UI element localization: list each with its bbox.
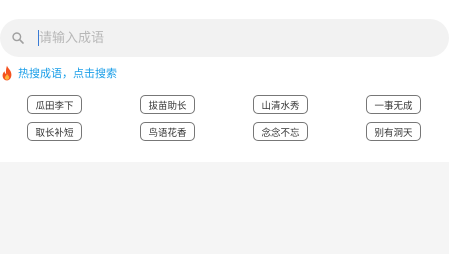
idiom-search-panel: 热搜成语，点击搜索 瓜田李下 拔苗助长 山清水秀 一事无成 取长补短 鸟语花香 … xyxy=(0,0,449,162)
hot-search-header: 热搜成语，点击搜索 xyxy=(0,64,117,82)
idiom-tag[interactable]: 念念不忘 xyxy=(253,122,308,141)
idiom-tag[interactable]: 取长补短 xyxy=(27,122,82,141)
idiom-tag[interactable]: 鸟语花香 xyxy=(140,122,195,141)
idiom-tag[interactable]: 瓜田李下 xyxy=(27,95,82,114)
idiom-tag[interactable]: 山清水秀 xyxy=(253,95,308,114)
search-icon xyxy=(12,32,24,44)
idiom-tag[interactable]: 拔苗助长 xyxy=(140,95,195,114)
idiom-tag[interactable]: 别有洞天 xyxy=(366,122,421,141)
hot-search-tip: 热搜成语，点击搜索 xyxy=(18,67,117,80)
search-input[interactable] xyxy=(39,27,239,49)
idiom-tag[interactable]: 一事无成 xyxy=(366,95,421,114)
fire-icon xyxy=(2,65,12,81)
